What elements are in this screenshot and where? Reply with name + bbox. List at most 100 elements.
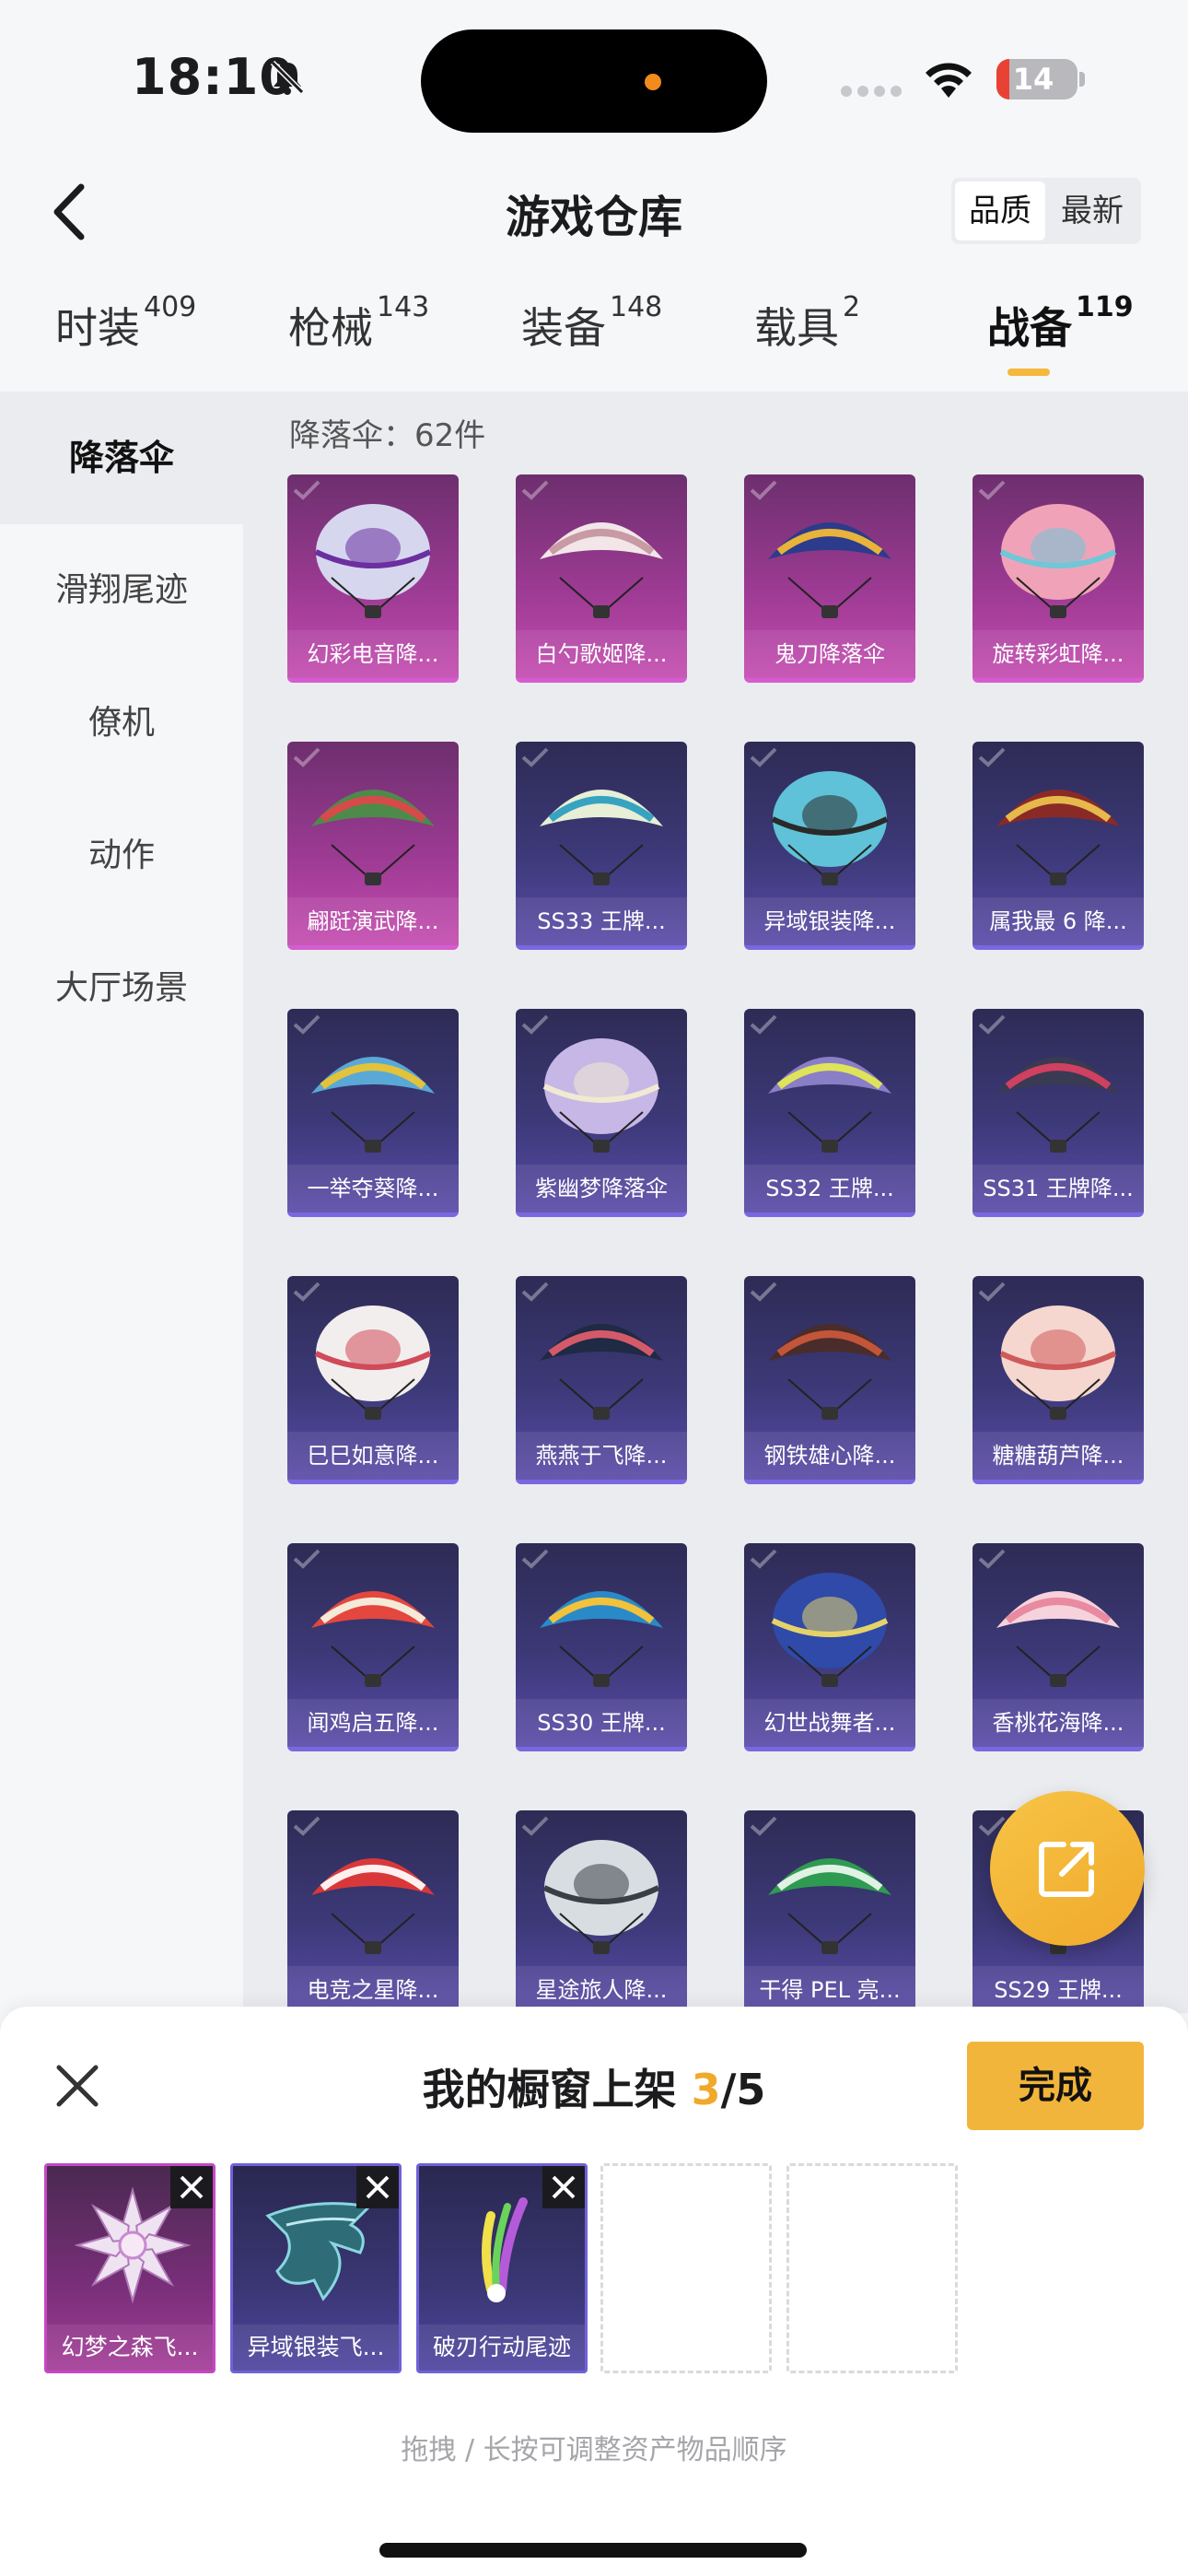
- item-card-label: 钢铁雄心降...: [744, 1432, 915, 1480]
- sidebar-item-wingman[interactable]: 僚机: [0, 657, 243, 790]
- parachute-icon: [311, 1057, 435, 1153]
- item-card-label: 鬼刀降落伞: [744, 630, 915, 678]
- item-card[interactable]: 翩跹演武降...: [287, 742, 459, 950]
- parachute-icon: [540, 522, 663, 618]
- item-card[interactable]: SS31 王牌降...: [973, 1009, 1144, 1217]
- parachute-icon: [311, 790, 435, 885]
- item-card-label: 幻世战舞者...: [744, 1699, 915, 1747]
- shelf-slot-2[interactable]: 异域银装飞...: [230, 2163, 402, 2373]
- item-card[interactable]: 幻彩电音降...: [287, 474, 459, 683]
- dynamic-island: [421, 29, 767, 133]
- item-grid-area: 降落伞：62件 幻彩电音降... 白勺歌姬降... 鬼刀降落伞 旋转彩虹降... 翩跹演…: [243, 392, 1188, 2013]
- parachute-icon: [999, 504, 1117, 618]
- parachute-icon: [771, 771, 889, 885]
- category-tabs: 时装 409 枪械 143 装备 148 载具 2 战备 119: [0, 291, 1188, 378]
- item-count-label: 降落伞：62件: [289, 417, 486, 454]
- item-card[interactable]: 燕燕于飞降...: [516, 1276, 687, 1484]
- share-icon: [1039, 1842, 1094, 1897]
- tab-equipment[interactable]: 装备 148: [521, 291, 662, 356]
- tab-combat-gear[interactable]: 战备 119: [987, 291, 1134, 356]
- share-button[interactable]: [990, 1791, 1145, 1946]
- item-card-label: 燕燕于飞降...: [516, 1432, 687, 1480]
- shelf-current-count: 3: [691, 2065, 721, 2114]
- parachute-icon: [542, 1840, 660, 1954]
- item-card[interactable]: 一举夺葵降...: [287, 1009, 459, 1217]
- item-card-label: SS32 王牌...: [744, 1165, 915, 1212]
- item-card[interactable]: 鬼刀降落伞: [744, 474, 915, 683]
- sort-quality-button[interactable]: 品质: [955, 181, 1045, 240]
- sidebar-item-glide-trail[interactable]: 滑翔尾迹: [0, 524, 243, 657]
- item-card[interactable]: 异域银装降...: [744, 742, 915, 950]
- cellular-signal-icon: [841, 83, 907, 100]
- item-card[interactable]: 旋转彩虹降...: [973, 474, 1144, 683]
- tab-fashion[interactable]: 时装 409: [55, 291, 196, 356]
- parachute-icon: [540, 1591, 663, 1687]
- shelf-slot-1[interactable]: 幻梦之森飞...: [44, 2163, 215, 2373]
- parachute-icon: [996, 790, 1120, 885]
- status-bar: 18:10 14: [0, 0, 1188, 138]
- tab-vehicles[interactable]: 载具 2: [754, 291, 860, 356]
- item-card[interactable]: 钢铁雄心降...: [744, 1276, 915, 1484]
- showcase-panel: 我的橱窗上架 3/5 完成 幻梦之森飞... 异域银装飞... 破刃行动尾迹 拖…: [0, 2007, 1188, 2576]
- sort-toggle: 品质 最新: [951, 178, 1141, 244]
- item-card-label: 属我最 6 降...: [973, 897, 1144, 945]
- item-card[interactable]: 星途旅人降...: [516, 1810, 687, 2013]
- parachute-icon: [311, 1858, 435, 1954]
- item-card[interactable]: 巳巳如意降...: [287, 1276, 459, 1484]
- silent-bell-icon: [270, 60, 305, 95]
- remove-slot-2-button[interactable]: [356, 2166, 399, 2208]
- item-card-label: 白勺歌姬降...: [516, 630, 687, 678]
- item-card-label: 紫幽梦降落伞: [516, 1165, 687, 1212]
- item-card[interactable]: SS30 王牌...: [516, 1543, 687, 1751]
- sidebar-item-lobby-scene[interactable]: 大厅场景: [0, 922, 243, 1055]
- wifi-icon: [926, 63, 972, 98]
- shelf-slot-1-label: 幻梦之森飞...: [47, 2324, 213, 2371]
- parachute-icon: [996, 1591, 1120, 1687]
- item-card[interactable]: SS33 王牌...: [516, 742, 687, 950]
- parachute-icon: [314, 504, 432, 618]
- parachute-icon: [311, 1591, 435, 1687]
- shelf-slot-4-empty[interactable]: [600, 2163, 772, 2373]
- item-card-label: 香桃花海降...: [973, 1699, 1144, 1747]
- tab-weapons[interactable]: 枪械 143: [288, 291, 429, 356]
- parachute-icon: [314, 1306, 432, 1420]
- remove-slot-1-button[interactable]: [170, 2166, 213, 2208]
- sidebar: 降落伞 滑翔尾迹 僚机 动作 大厅场景: [0, 392, 243, 2013]
- parachute-icon: [768, 522, 891, 618]
- home-indicator: [379, 2543, 807, 2558]
- item-card[interactable]: 闻鸡启五降...: [287, 1543, 459, 1751]
- item-card[interactable]: SS32 王牌...: [744, 1009, 915, 1217]
- parachute-icon: [999, 1306, 1117, 1420]
- battery-indicator: 14: [996, 59, 1077, 100]
- parachute-icon: [771, 1573, 889, 1687]
- shelf-total-count: 5: [736, 2065, 766, 2114]
- sort-newest-button[interactable]: 最新: [1047, 181, 1137, 240]
- item-card[interactable]: 香桃花海降...: [973, 1543, 1144, 1751]
- shelf-slot-3[interactable]: 破刃行动尾迹: [416, 2163, 588, 2373]
- item-card-label: 闻鸡启五降...: [287, 1699, 459, 1747]
- battery-level: 14: [1012, 62, 1054, 97]
- item-card[interactable]: 白勺歌姬降...: [516, 474, 687, 683]
- item-card[interactable]: 干得 PEL 亮...: [744, 1810, 915, 2013]
- item-card[interactable]: 电竞之星降...: [287, 1810, 459, 2013]
- item-card-label: 旋转彩虹降...: [973, 630, 1144, 678]
- item-card[interactable]: 糖糖葫芦降...: [973, 1276, 1144, 1484]
- remove-slot-3-button[interactable]: [542, 2166, 585, 2208]
- item-card-label: 翩跹演武降...: [287, 897, 459, 945]
- item-card-label: 一举夺葵降...: [287, 1165, 459, 1212]
- sidebar-item-emote[interactable]: 动作: [0, 790, 243, 922]
- sidebar-item-parachute[interactable]: 降落伞: [0, 392, 243, 524]
- item-card-label: 异域银装降...: [744, 897, 915, 945]
- parachute-icon: [540, 1324, 663, 1420]
- item-card[interactable]: 紫幽梦降落伞: [516, 1009, 687, 1217]
- item-card-label: 巳巳如意降...: [287, 1432, 459, 1480]
- active-tab-indicator: [1007, 369, 1050, 376]
- done-button[interactable]: 完成: [967, 2042, 1144, 2130]
- item-card-label: SS30 王牌...: [516, 1699, 687, 1747]
- shelf-slot-5-empty[interactable]: [786, 2163, 958, 2373]
- parachute-icon: [768, 1858, 891, 1954]
- privacy-indicator-dot: [645, 74, 661, 90]
- item-card[interactable]: 属我最 6 降...: [973, 742, 1144, 950]
- item-card-label: 糖糖葫芦降...: [973, 1432, 1144, 1480]
- item-card[interactable]: 幻世战舞者...: [744, 1543, 915, 1751]
